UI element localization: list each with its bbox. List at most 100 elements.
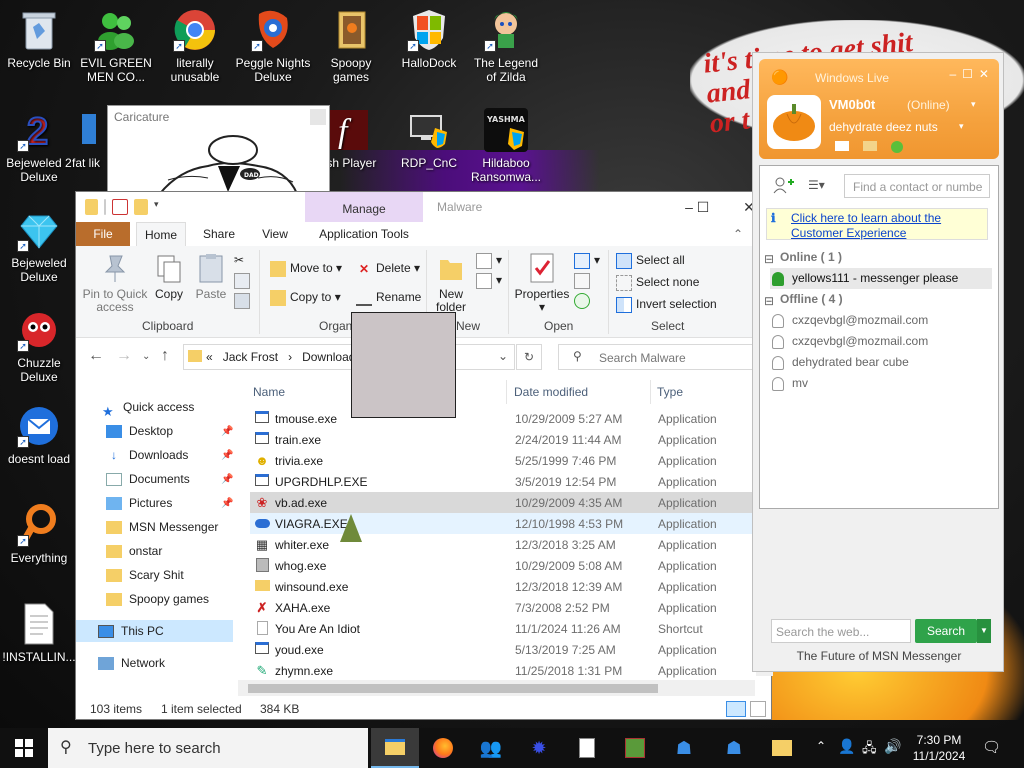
taskbar-app-blue[interactable]: ✹ xyxy=(515,728,563,768)
horizontal-scrollbar-thumb[interactable] xyxy=(248,684,658,693)
nav-scary-shit[interactable]: Scary Shit xyxy=(106,564,184,586)
horizontal-scrollbar[interactable] xyxy=(238,680,755,696)
address-dropdown-icon[interactable]: ⌄ xyxy=(498,349,508,363)
open-icon[interactable]: ▾ xyxy=(574,250,600,270)
desktop-icon-spoopy-games[interactable]: Spoopy games xyxy=(313,8,389,84)
nav-msn-messenger[interactable]: MSN Messenger xyxy=(106,516,218,538)
cut-icon[interactable]: ✂ xyxy=(234,250,244,270)
desktop-icon-installing[interactable]: !INSTALLIN... xyxy=(1,602,77,664)
maximize-button[interactable]: ☐ xyxy=(680,194,726,220)
select-none-button[interactable]: Select none xyxy=(616,272,699,292)
tab-home[interactable]: Home xyxy=(136,222,186,246)
contact-offline-0[interactable]: cxzqevbgl@mozmail.com xyxy=(770,310,992,331)
desktop-icon-evil-green-men[interactable]: ➚ EVIL GREEN MEN CO... xyxy=(78,8,154,84)
desktop-icon-recycle-bin[interactable]: Recycle Bin xyxy=(1,8,77,70)
customize-chevron-icon[interactable]: ▾ xyxy=(154,199,159,215)
file-row[interactable]: ✎ zhymn.exe 11/25/2018 1:31 PM Application xyxy=(250,660,756,681)
recent-locations-chevron-icon[interactable]: ⌄ xyxy=(142,351,150,362)
psm-dropdown-icon[interactable]: ▾ xyxy=(959,121,964,132)
properties-check-icon[interactable] xyxy=(112,199,128,215)
nav-desktop[interactable]: Desktop xyxy=(106,420,173,442)
nav-documents[interactable]: Documents xyxy=(106,468,190,490)
info-bar[interactable]: ℹ Click here to learn about the Customer… xyxy=(766,208,988,240)
column-date-modified[interactable]: Date modified xyxy=(514,385,588,399)
delete-button[interactable]: ✕ Delete ▾ xyxy=(356,258,420,278)
display-name[interactable]: VM0b0t xyxy=(829,97,875,112)
caricature-close-button[interactable] xyxy=(310,109,326,125)
file-row[interactable]: UPGRDHLP.EXE 3/5/2019 12:54 PM Application xyxy=(250,471,756,492)
change-view-icon[interactable]: ☰▾ xyxy=(808,178,825,192)
new-folder-button[interactable]: New folder xyxy=(432,252,470,314)
move-to-button[interactable]: Move to ▾ xyxy=(270,258,342,278)
tab-application-tools[interactable]: Application Tools xyxy=(308,222,420,246)
customer-experience-link[interactable]: Click here to learn about the Customer E… xyxy=(791,211,987,241)
back-arrow-icon[interactable]: ← xyxy=(88,347,104,365)
search-dropdown-icon[interactable]: ▼ xyxy=(977,619,991,643)
mail-icon[interactable] xyxy=(835,141,849,151)
desktop-icon-peggle[interactable]: ➚ Peggle Nights Deluxe xyxy=(235,8,311,84)
file-row[interactable]: You Are An Idiot 11/1/2024 11:26 AM Shortc… xyxy=(250,618,756,639)
nav-network[interactable]: Network xyxy=(98,652,165,674)
taskbar-folder[interactable] xyxy=(758,728,806,768)
taskbar-search-box[interactable]: ⚲ Type here to search xyxy=(48,728,368,768)
desktop-icon-legend-of-zilda[interactable]: ➚ The Legend of Zilda xyxy=(468,8,544,84)
copy-path-icon[interactable] xyxy=(234,270,254,290)
tab-share[interactable]: Share xyxy=(196,222,242,246)
history-icon[interactable] xyxy=(574,290,594,310)
copy-to-button[interactable]: Copy to ▾ xyxy=(270,287,341,307)
details-view-icon[interactable] xyxy=(726,701,746,717)
file-row[interactable]: train.exe 2/24/2019 11:44 AM Application xyxy=(250,429,756,450)
desktop-icon-rdp-cnc[interactable]: RDP_CnC xyxy=(391,108,467,170)
online-group-header[interactable]: Online ( 1 ) xyxy=(780,250,842,264)
taskbar-messenger[interactable]: 👥 xyxy=(467,728,515,768)
tab-manage[interactable]: Manage xyxy=(305,192,423,222)
search-box[interactable]: ⚲ Search Malware xyxy=(558,344,760,370)
desktop-icon-fat-lik[interactable]: fat lik xyxy=(66,108,106,170)
show-hidden-icons-icon[interactable]: ⌃ xyxy=(816,739,826,753)
desktop-icon-everything[interactable]: ➚ Everything xyxy=(1,503,77,565)
paste-button[interactable]: Paste xyxy=(192,252,230,301)
nav-pictures[interactable]: Pictures xyxy=(106,492,172,514)
offline-group-header[interactable]: Offline ( 4 ) xyxy=(780,292,843,306)
avatar[interactable] xyxy=(767,95,821,149)
desktop-icon-hildaboo[interactable]: YASHMA Hildaboo Ransomwa... xyxy=(468,108,544,184)
messenger-window-controls[interactable]: –☐✕ xyxy=(950,67,996,81)
contact-offline-1[interactable]: cxzqevbgl@mozmail.com xyxy=(770,331,992,352)
desktop-icon-chuzzle[interactable]: ➚ Chuzzle Deluxe xyxy=(1,308,77,384)
desktop-icon-bejeweled[interactable]: ➚ Bejeweled Deluxe xyxy=(1,208,77,284)
tab-view[interactable]: View xyxy=(252,222,298,246)
address-bar[interactable]: « Jack Frost › Downloads ⌄ xyxy=(183,344,515,370)
tray-messenger-icon[interactable]: 👤 xyxy=(838,738,855,755)
nav-downloads[interactable]: ↓ Downloads xyxy=(106,444,188,466)
nav-onstar[interactable]: onstar xyxy=(106,540,162,562)
contact-online-0[interactable]: yellows111 - messenger please xyxy=(770,268,992,289)
taskbar-app-creature-1[interactable]: ☗ xyxy=(660,728,708,768)
web-search-input[interactable]: Search the web... xyxy=(771,619,911,643)
invert-selection-button[interactable]: Invert selection xyxy=(616,294,717,314)
copy-button[interactable]: Copy xyxy=(152,252,186,301)
desktop-icon-hallodock[interactable]: ➚ HalloDock xyxy=(391,8,467,70)
find-contact-input[interactable]: Find a contact or numbe xyxy=(844,174,990,198)
notifications-icon[interactable]: 🗨 xyxy=(982,738,1001,756)
file-explorer-window[interactable]: ▾ Manage Malware – ☐ ✕ File Home Share V… xyxy=(75,191,773,720)
file-row[interactable]: winsound.exe 12/3/2018 12:39 AM Applicatio… xyxy=(250,576,756,597)
network-icon[interactable]: 🖧 xyxy=(862,739,877,761)
nav-spoopy-games[interactable]: Spoopy games xyxy=(106,588,209,610)
status-dropdown-icon[interactable]: ▾ xyxy=(971,99,976,110)
properties-button[interactable]: Properties ▾ xyxy=(512,252,572,314)
collapse-ribbon-icon[interactable]: ⌃ xyxy=(728,222,748,246)
desktop-icon-chrome[interactable]: ➚ literally unusable xyxy=(157,8,233,84)
contact-offline-2[interactable]: dehydrated bear cube xyxy=(770,352,992,373)
paste-shortcut-icon[interactable] xyxy=(234,290,254,310)
nav-quick-access[interactable]: ★ Quick access xyxy=(102,396,194,419)
column-name[interactable]: Name xyxy=(253,385,285,399)
clock[interactable]: 7:30 PM 11/1/2024 xyxy=(904,732,974,764)
messenger-window[interactable]: 🟠 Windows Live –☐✕ VM0b0t (Online) ▾ deh… xyxy=(752,52,1004,672)
new-item-icon[interactable]: ▾ xyxy=(476,250,502,270)
breadcrumb-jack-frost[interactable]: Jack Frost xyxy=(223,350,278,364)
file-row[interactable]: ❀ vb.ad.exe 10/29/2009 4:35 AM Application xyxy=(250,492,756,513)
pin-to-quick-access-button[interactable]: Pin to Quick access xyxy=(80,252,150,314)
taskbar-app-creature-2[interactable]: ☗ xyxy=(710,728,758,768)
offline-group-collapse-icon[interactable]: ⊟ xyxy=(764,294,774,308)
column-type[interactable]: Type xyxy=(657,385,683,399)
